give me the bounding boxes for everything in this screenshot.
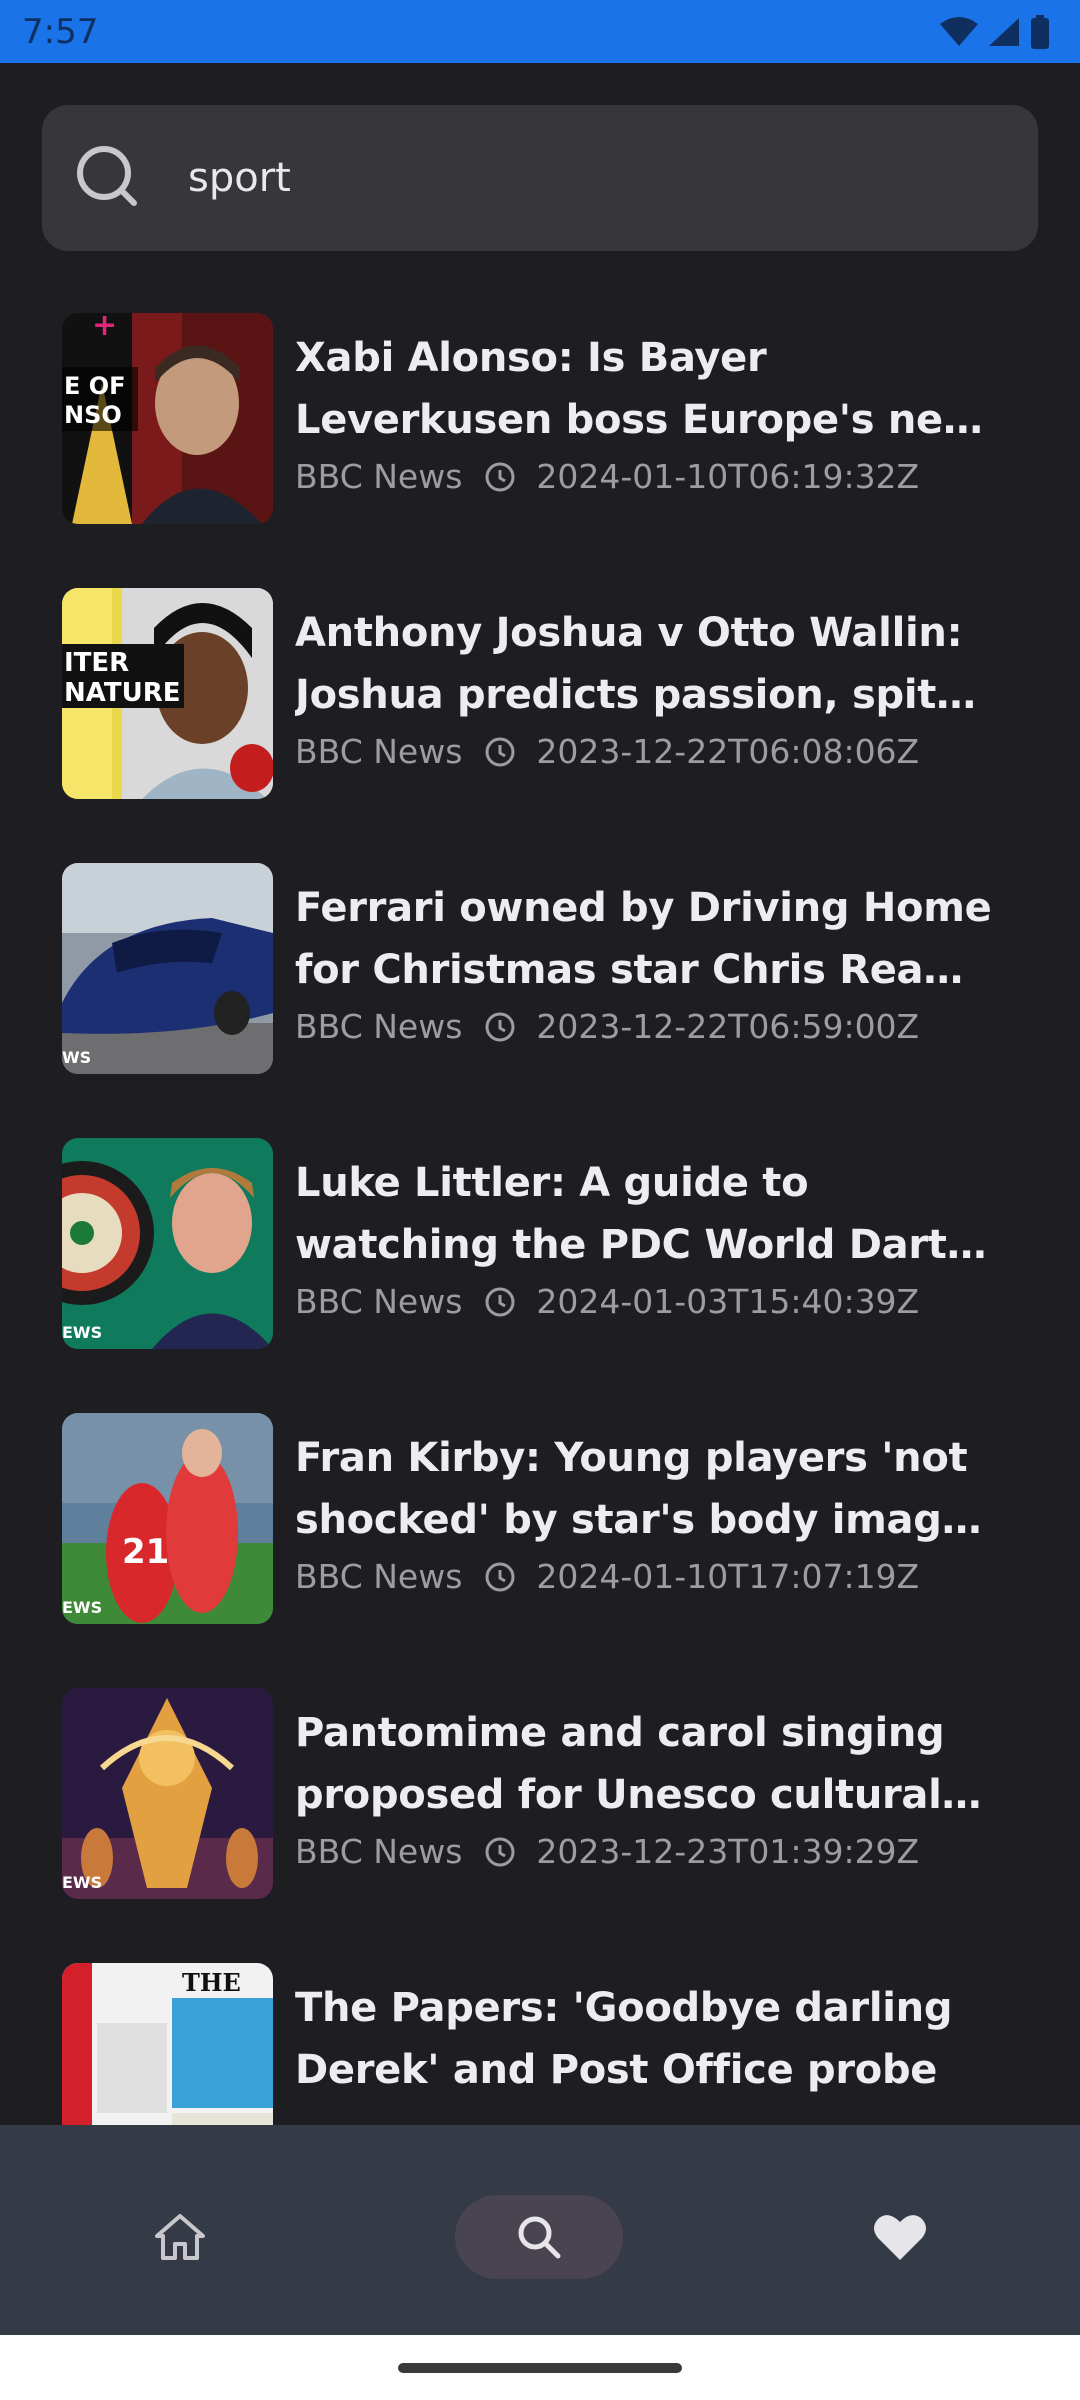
article-source: BBC News [295,1557,463,1596]
svg-text:THE: THE [182,1968,241,1997]
battery-icon [1031,14,1049,49]
article-source: BBC News [295,732,463,771]
article-title: The Papers: 'Goodbye darling Derek' and … [295,1985,953,2093]
article-timestamp: 2023-12-22T06:08:06Z [536,732,920,771]
article-thumbnail: ITER NATURE [62,588,273,799]
svg-text:NATURE: NATURE [64,678,181,708]
clock-icon [485,1562,515,1592]
search-icon [518,2216,561,2259]
article-title: Ferrari owned by Driving Home for Christ… [295,885,992,993]
article-title: Pantomime and carol singing proposed for… [295,1710,945,1818]
list-item[interactable]: EWS Luke Littler: A guide to watching th… [62,1138,1042,1350]
article-timestamp: 2024-01-10T06:19:32Z [536,457,920,496]
article-timestamp: 2023-12-23T01:39:29Z [536,1832,920,1871]
svg-text:+: + [92,313,117,343]
svg-text:ITER: ITER [64,648,129,678]
search-bar[interactable]: sport [42,105,1038,251]
bottom-nav [0,2125,1080,2335]
list-item[interactable]: EWS Pantomime and carol singing proposed… [62,1688,1042,1900]
nav-search-button[interactable] [455,2195,623,2279]
article-source: BBC News [295,1832,463,1871]
status-bar: 7:57 [0,0,1080,63]
list-item[interactable]: 21 EWS Fran Kirby: Young players 'not sh… [62,1413,1042,1625]
article-source: BBC News [295,457,463,496]
clock-icon [485,1012,515,1042]
clock-icon [485,737,515,767]
svg-text:21: 21 [122,1532,169,1572]
article-thumbnail: EWS [62,1138,273,1349]
status-time: 7:57 [22,11,99,52]
article-thumbnail: + E OF NSO [62,313,273,524]
heart-icon [874,2215,926,2260]
svg-text:EWS: EWS [62,1323,102,1342]
svg-text:E OF: E OF [64,372,126,400]
clock-icon [485,462,515,492]
wifi-icon [940,16,978,46]
home-gesture-handle[interactable] [398,2363,682,2373]
article-source: BBC News [295,1282,463,1321]
nav-home-button[interactable] [130,2195,230,2279]
article-timestamp: 2023-12-22T06:59:00Z [536,1007,920,1046]
signal-icon [989,17,1019,46]
clock-icon [485,1837,515,1867]
svg-text:WS: WS [62,1048,91,1067]
list-item[interactable]: ITER NATURE Anthony Joshua v Otto Wallin… [62,588,1042,800]
nav-favorites-button[interactable] [850,2195,950,2279]
svg-text:EWS: EWS [62,1598,102,1617]
article-title: Luke Littler: A guide to watching the PD… [295,1160,971,1268]
article-timestamp: 2024-01-10T17:07:19Z [536,1557,920,1596]
clock-icon [485,1287,515,1317]
home-icon [155,2214,205,2260]
article-thumbnail: EWS [62,1688,273,1899]
search-input[interactable]: sport [188,155,291,201]
article-title: Xabi Alonso: Is Bayer Leverkusen boss Eu… [295,335,988,443]
article-title: Anthony Joshua v Otto Wallin: Joshua pre… [295,610,963,718]
search-icon [77,146,137,206]
article-title: Fran Kirby: Young players 'not shocked' … [295,1435,969,1543]
svg-text:NSO: NSO [64,401,122,429]
list-item[interactable]: + E OF NSO Xabi Alonso: Is Bayer Leverku… [62,313,1042,525]
status-icons [940,14,1050,49]
svg-text:EWS: EWS [62,1873,102,1892]
article-thumbnail: WS [62,863,273,1074]
article-source: BBC News [295,1007,463,1046]
article-thumbnail: 21 EWS [62,1413,273,1624]
list-item[interactable]: WS Ferrari owned by Driving Home for Chr… [62,863,1042,1075]
article-timestamp: 2024-01-03T15:40:39Z [536,1282,920,1321]
gesture-area [0,2335,1080,2400]
